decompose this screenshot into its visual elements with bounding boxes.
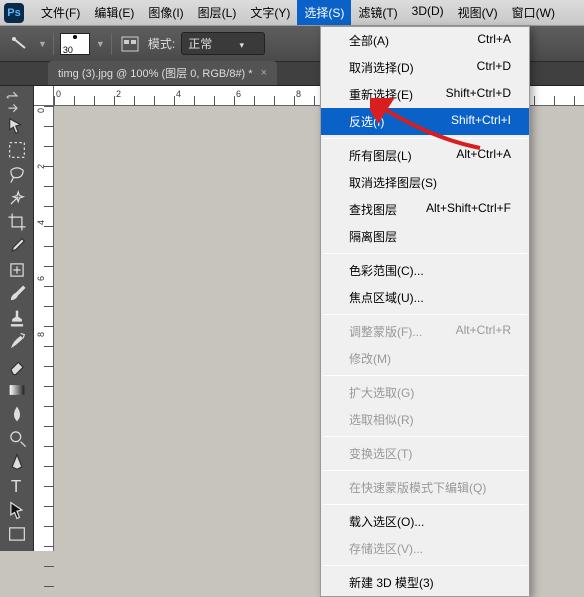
eraser-tool-icon[interactable] — [2, 354, 31, 378]
menu-separator — [323, 138, 527, 139]
document-tab[interactable]: timg (3).jpg @ 100% (图层 0, RGB/8#) * × — [48, 61, 277, 85]
menu-item[interactable]: 窗口(W) — [505, 0, 562, 25]
menu-item[interactable]: 图像(I) — [141, 0, 190, 25]
menu-item[interactable]: 选择(S) — [297, 0, 351, 25]
menu-dropdown-item: 调整蒙版(F)...Alt+Ctrl+R — [321, 318, 529, 345]
menu-separator — [323, 253, 527, 254]
history-brush-tool-icon[interactable] — [2, 330, 31, 354]
brush-swatch[interactable]: 30 — [60, 33, 90, 55]
menu-dropdown-item[interactable]: 查找图层Alt+Shift+Ctrl+F — [321, 196, 529, 223]
menu-item[interactable]: 视图(V) — [451, 0, 505, 25]
healing-brush-tool-icon[interactable] — [2, 258, 31, 282]
menu-dropdown-item[interactable]: 所有图层(L)Alt+Ctrl+A — [321, 142, 529, 169]
menu-dropdown-item[interactable]: 隔离图层 — [321, 223, 529, 250]
menu-dropdown-item[interactable]: 全部(A)Ctrl+A — [321, 27, 529, 54]
menu-item[interactable]: 文字(Y) — [243, 0, 297, 25]
pen-tool-icon[interactable] — [2, 450, 31, 474]
menu-separator — [323, 470, 527, 471]
brush-tool-icon[interactable] — [2, 282, 31, 306]
svg-text:T: T — [10, 477, 21, 496]
menu-dropdown-item: 存储选区(V)... — [321, 535, 529, 562]
menu-item[interactable]: 图层(L) — [191, 0, 244, 25]
menu-item[interactable]: 编辑(E) — [87, 0, 141, 25]
menu-dropdown-item: 修改(M) — [321, 345, 529, 372]
menu-separator — [323, 565, 527, 566]
menu-dropdown-item: 变换选区(T) — [321, 440, 529, 467]
menu-dropdown-item: 扩大选取(G) — [321, 379, 529, 406]
gradient-tool-icon[interactable] — [2, 378, 31, 402]
menu-dropdown-item[interactable]: 取消选择(D)Ctrl+D — [321, 54, 529, 81]
dropdown-caret-icon[interactable]: ▼ — [96, 39, 105, 49]
tool-panel: T — [0, 86, 34, 551]
menu-separator — [323, 436, 527, 437]
tool-preset-icon[interactable] — [8, 32, 32, 56]
menu-dropdown-item[interactable]: 焦点区域(U)... — [321, 284, 529, 311]
app-logo: Ps — [4, 3, 24, 23]
menu-dropdown-item: 选取相似(R) — [321, 406, 529, 433]
blur-tool-icon[interactable] — [2, 402, 31, 426]
brush-panel-icon[interactable] — [118, 32, 142, 56]
move-expand-icon[interactable] — [2, 90, 31, 114]
menu-item[interactable]: 文件(F) — [34, 0, 87, 25]
type-tool-icon[interactable]: T — [2, 474, 31, 498]
ruler-corner — [34, 86, 54, 106]
menu-dropdown-item[interactable]: 新建 3D 模型(3) — [321, 569, 529, 596]
menu-bar: Ps 文件(F)编辑(E)图像(I)图层(L)文字(Y)选择(S)滤镜(T)3D… — [0, 0, 584, 26]
menu-separator — [323, 504, 527, 505]
mode-label: 模式: — [148, 35, 175, 52]
crop-tool-icon[interactable] — [2, 210, 31, 234]
menu-dropdown-item[interactable]: 色彩范围(C)... — [321, 257, 529, 284]
menu-dropdown-item[interactable]: 取消选择图层(S) — [321, 169, 529, 196]
menu-dropdown-item[interactable]: 重新选择(E)Shift+Ctrl+D — [321, 81, 529, 108]
menu-separator — [323, 375, 527, 376]
menu-dropdown-item: 在快速蒙版模式下编辑(Q) — [321, 474, 529, 501]
eyedropper-tool-icon[interactable] — [2, 234, 31, 258]
path-selection-tool-icon[interactable] — [2, 498, 31, 522]
stamp-tool-icon[interactable] — [2, 306, 31, 330]
brush-size-value: 30 — [63, 45, 73, 55]
mode-select[interactable]: 正常 ▾ — [181, 32, 265, 55]
rectangle-tool-icon[interactable] — [2, 522, 31, 546]
close-icon[interactable]: × — [261, 67, 267, 79]
move-tool-icon[interactable] — [2, 114, 31, 138]
menu-separator — [323, 314, 527, 315]
menu-item[interactable]: 滤镜(T) — [351, 0, 404, 25]
lasso-tool-icon[interactable] — [2, 162, 31, 186]
dropdown-caret-icon[interactable]: ▼ — [38, 39, 47, 49]
menu-dropdown-item[interactable]: 反选(I)Shift+Ctrl+I — [321, 108, 529, 135]
marquee-tool-icon[interactable] — [2, 138, 31, 162]
select-menu-dropdown: 全部(A)Ctrl+A取消选择(D)Ctrl+D重新选择(E)Shift+Ctr… — [320, 26, 530, 597]
menu-item[interactable]: 3D(D) — [405, 0, 451, 25]
ruler-vertical: 02468 — [34, 106, 54, 551]
menu-dropdown-item[interactable]: 载入选区(O)... — [321, 508, 529, 535]
document-tab-title: timg (3).jpg @ 100% (图层 0, RGB/8#) * — [58, 65, 253, 81]
magic-wand-tool-icon[interactable] — [2, 186, 31, 210]
dodge-tool-icon[interactable] — [2, 426, 31, 450]
